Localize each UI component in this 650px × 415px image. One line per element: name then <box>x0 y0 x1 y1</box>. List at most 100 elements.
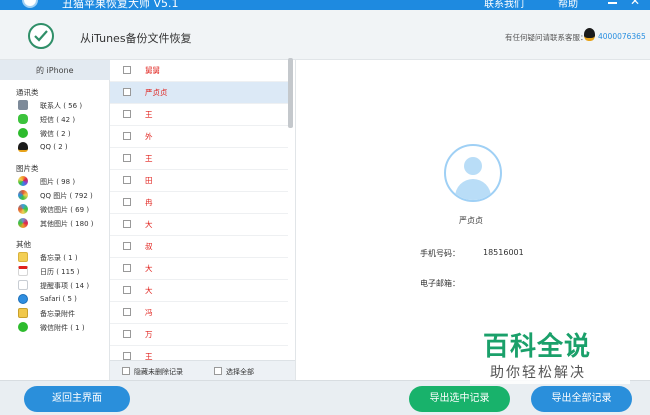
notes-icon <box>18 252 28 262</box>
sidebar-item-label: 联系人 ( 56 ) <box>40 102 83 110</box>
sidebar-item-contacts[interactable]: 联系人 ( 56 ) <box>18 98 110 112</box>
contact-row[interactable]: 冉 <box>110 192 288 214</box>
contact-row[interactable]: 王 <box>110 104 288 126</box>
sidebar-item-label: 微信图片 ( 69 ) <box>40 206 90 214</box>
contact-name-cell: 严贞贞 <box>145 88 168 97</box>
contact-checkbox[interactable] <box>123 352 131 360</box>
avatar-body-shape <box>455 179 491 200</box>
contact-checkbox[interactable] <box>123 132 131 140</box>
contact-qq-link[interactable]: 4000076365 <box>598 32 646 41</box>
sidebar-item-label: 备忘录附件 <box>40 310 75 318</box>
phone-value: 18516001 <box>483 248 524 257</box>
contact-name-cell: 大 <box>145 220 153 229</box>
contact-list[interactable]: 舅舅 严贞贞王外王田冉大叔大大冯万王 <box>110 60 295 360</box>
sidebar-item-label: QQ 图片 ( 792 ) <box>40 192 93 200</box>
wechat-photos-icon <box>18 204 28 214</box>
app-title: 丑猫苹果恢复大师 V5.1 <box>62 0 179 10</box>
watermark-subtitle: 助你轻松解决 <box>490 365 586 381</box>
sidebar-item-label: 短信 ( 42 ) <box>40 116 76 124</box>
sidebar-item-other-photos[interactable]: 其他图片 ( 180 ) <box>18 216 110 230</box>
help-link[interactable]: 帮助 <box>558 0 578 10</box>
list-footer: 隐藏未删除记录 选择全部 <box>110 360 295 380</box>
contact-checkbox[interactable] <box>123 110 131 118</box>
contact-checkbox[interactable] <box>123 66 131 74</box>
contact-row[interactable]: 田 <box>110 170 288 192</box>
contact-row[interactable]: 严贞贞 <box>110 82 288 104</box>
sidebar-item-photos[interactable]: 图片 ( 98 ) <box>18 174 110 188</box>
contact-name: 严贞贞 <box>459 216 483 225</box>
contact-checkbox[interactable] <box>123 308 131 316</box>
sidebar: 的 iPhone 通讯类 联系人 ( 56 ) 短信 ( 42 ) 微信 ( 2… <box>0 60 110 380</box>
sidebar-item-calendar[interactable]: 日历 ( 115 ) <box>18 264 110 278</box>
contact-row[interactable]: 冯 <box>110 302 288 324</box>
contact-name-cell: 冉 <box>145 198 153 207</box>
contact-row[interactable]: 大 <box>110 258 288 280</box>
back-to-main-button[interactable]: 返回主界面 <box>24 386 130 412</box>
hide-deleted-checkbox[interactable] <box>122 367 130 375</box>
contact-checkbox[interactable] <box>123 242 131 250</box>
sidebar-item-notes-attachments[interactable]: 备忘录附件 <box>18 306 110 320</box>
export-selected-button[interactable]: 导出选中记录 <box>409 386 510 412</box>
sidebar-item-label: QQ ( 2 ) <box>40 143 68 151</box>
reminders-icon <box>18 280 28 290</box>
contact-row[interactable]: 舅舅 <box>110 60 288 82</box>
sidebar-item-notes[interactable]: 备忘录 ( 1 ) <box>18 250 110 264</box>
sidebar-item-sms[interactable]: 短信 ( 42 ) <box>18 112 110 126</box>
sidebar-item-label: Safari ( 5 ) <box>40 295 77 303</box>
qq-icon <box>584 28 595 41</box>
contact-name-cell: 王 <box>145 352 153 360</box>
close-icon[interactable]: ✕ <box>630 0 640 8</box>
contact-row[interactable]: 大 <box>110 214 288 236</box>
contact-row[interactable]: 外 <box>110 126 288 148</box>
sidebar-item-label: 微信 ( 2 ) <box>40 130 71 138</box>
contact-name-cell: 舅舅 <box>145 66 160 75</box>
sidebar-item-qq-photos[interactable]: QQ 图片 ( 792 ) <box>18 188 110 202</box>
contact-checkbox[interactable] <box>123 220 131 228</box>
contact-checkbox[interactable] <box>123 198 131 206</box>
group-title-other: 其他 <box>16 240 31 249</box>
contact-checkbox[interactable] <box>123 330 131 338</box>
contact-checkbox[interactable] <box>123 154 131 162</box>
contact-row[interactable]: 王 <box>110 346 288 360</box>
contact-checkbox[interactable] <box>123 264 131 272</box>
sidebar-item-wechat[interactable]: 微信 ( 2 ) <box>18 126 110 140</box>
email-label: 电子邮箱： <box>420 279 460 288</box>
device-row[interactable]: 的 iPhone <box>0 60 110 80</box>
contact-label: 有任何疑问请联系客服： <box>505 33 588 42</box>
contact-row[interactable]: 万 <box>110 324 288 346</box>
wechat-icon <box>18 128 28 138</box>
list-scrollbar[interactable] <box>288 58 293 128</box>
calendar-icon <box>18 266 28 276</box>
sidebar-item-label: 提醒事项 ( 14 ) <box>40 282 90 290</box>
contact-name-cell: 王 <box>145 110 153 119</box>
group-title-photos: 图片类 <box>16 164 39 173</box>
wechat-attachment-icon <box>18 322 28 332</box>
contact-row[interactable]: 大 <box>110 280 288 302</box>
group-title-communication: 通讯类 <box>16 88 39 97</box>
avatar <box>444 144 502 202</box>
contact-row[interactable]: 王 <box>110 148 288 170</box>
select-all-checkbox[interactable] <box>214 367 222 375</box>
device-label: 的 iPhone <box>36 66 74 75</box>
page-title: 从iTunes备份文件恢复 <box>80 32 192 45</box>
export-all-button[interactable]: 导出全部记录 <box>531 386 632 412</box>
sidebar-item-wechat-photos[interactable]: 微信图片 ( 69 ) <box>18 202 110 216</box>
contact-row[interactable]: 叔 <box>110 236 288 258</box>
sidebar-item-safari[interactable]: Safari ( 5 ) <box>18 292 110 306</box>
minimize-icon[interactable] <box>608 2 617 4</box>
qq-icon <box>18 142 28 152</box>
contact-checkbox[interactable] <box>123 88 131 96</box>
sidebar-item-label: 微信附件 ( 1 ) <box>40 324 85 332</box>
contacts-icon <box>18 100 28 110</box>
contact-checkbox[interactable] <box>123 286 131 294</box>
sms-icon <box>18 114 28 124</box>
contact-us-link[interactable]: 联系我们 <box>484 0 524 10</box>
contact-checkbox[interactable] <box>123 176 131 184</box>
sidebar-item-qq[interactable]: QQ ( 2 ) <box>18 140 110 154</box>
contact-name-cell: 外 <box>145 132 153 141</box>
contact-name-cell: 叔 <box>145 242 153 251</box>
sidebar-item-reminders[interactable]: 提醒事项 ( 14 ) <box>18 278 110 292</box>
sidebar-item-wechat-attachments[interactable]: 微信附件 ( 1 ) <box>18 320 110 334</box>
sidebar-item-label: 日历 ( 115 ) <box>40 268 80 276</box>
itunes-backup-icon <box>28 23 54 49</box>
